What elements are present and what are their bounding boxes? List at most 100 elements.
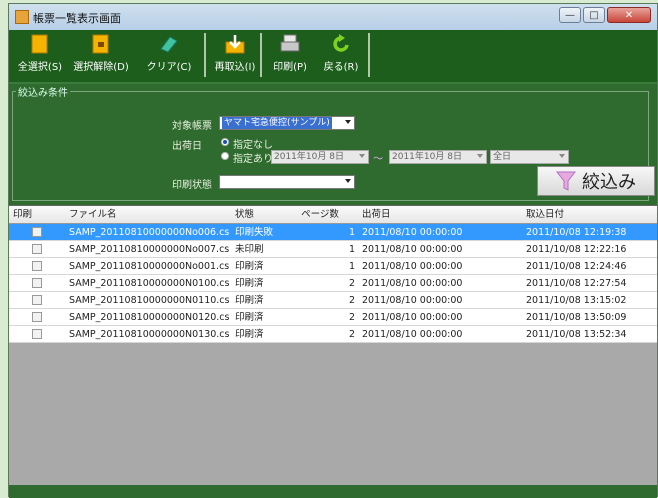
table-row[interactable]: SAMP_20110810000000N0130.csv 印刷済 2 2011/08/… — [9, 326, 657, 343]
cell-pages: 1 — [348, 227, 355, 238]
toolbar-group-reimport: 再取込(I) — [208, 33, 262, 77]
chevron-down-icon — [477, 154, 483, 158]
date-span-select[interactable]: 全日 — [490, 150, 569, 164]
minimize-button[interactable]: — — [559, 7, 581, 23]
cell-import-date: 2011/10/08 13:50:09 — [526, 312, 627, 323]
print-status-label: 印刷状態 — [172, 180, 212, 191]
table-row[interactable]: SAMP_20110810000000No007.csv 未印刷 1 2011/08/… — [9, 241, 657, 258]
cell-ship-date: 2011/08/10 00:00:00 — [362, 261, 463, 272]
cell-import-date: 2011/10/08 13:52:34 — [526, 329, 627, 340]
print-checkbox[interactable] — [32, 312, 42, 322]
cell-status: 印刷失敗 — [235, 227, 274, 238]
chevron-down-icon — [559, 154, 565, 158]
print-checkbox[interactable] — [32, 261, 42, 271]
cell-pages: 1 — [348, 244, 355, 255]
cell-import-date: 2011/10/08 12:27:54 — [526, 278, 627, 289]
cell-ship-date: 2011/08/10 00:00:00 — [362, 329, 463, 340]
cell-status: 印刷済 — [235, 261, 264, 272]
back-icon — [333, 34, 349, 52]
cell-import-date: 2011/10/08 12:24:46 — [526, 261, 627, 272]
header-print[interactable]: 印刷 — [13, 206, 53, 223]
cell-ship-date: 2011/08/10 00:00:00 — [362, 312, 463, 323]
date-range-tilde: ～ — [373, 154, 383, 165]
title-bar[interactable]: 帳票一覧表示画面 — □ ✕ — [9, 4, 657, 31]
cell-pages: 1 — [348, 261, 355, 272]
cell-filename: SAMP_20110810000000No001.csv — [69, 261, 229, 272]
date-from-picker[interactable]: 2011年10月 8日 — [271, 150, 369, 164]
filter-funnel-icon — [556, 171, 576, 191]
app-icon — [15, 10, 29, 24]
clear-icon — [160, 36, 178, 53]
cell-import-date: 2011/10/08 12:22:16 — [526, 244, 627, 255]
print-checkbox[interactable] — [32, 329, 42, 339]
deselect-icon — [92, 34, 109, 54]
select-all-button[interactable]: 全選択(S) — [15, 33, 65, 77]
print-status-select[interactable] — [219, 175, 355, 189]
cell-ship-date: 2011/08/10 00:00:00 — [362, 278, 463, 289]
header-status[interactable]: 状態 — [235, 206, 285, 223]
header-pages[interactable]: ページ数 — [285, 206, 355, 223]
table-row[interactable]: SAMP_20110810000000No001.csv 印刷済 1 2011/08/… — [9, 258, 657, 275]
radio-ship-none[interactable] — [221, 138, 229, 146]
cell-status: 印刷済 — [235, 295, 264, 306]
deselect-button[interactable]: 選択解除(D) — [69, 33, 133, 77]
radio-ship-some[interactable] — [221, 152, 229, 160]
filter-legend: 絞込み条件 — [16, 84, 70, 99]
toolbar-group-print: 印刷(P) 戻る(R) — [264, 33, 370, 77]
cell-pages: 2 — [348, 295, 355, 306]
header-ship-date[interactable]: 出荷日 — [362, 206, 522, 223]
table-row[interactable]: SAMP_20110810000000No006.csv 印刷失敗 1 2011/08… — [9, 224, 657, 241]
filter-button[interactable]: 絞込み — [537, 166, 655, 196]
cell-ship-date: 2011/08/10 00:00:00 — [362, 227, 463, 238]
date-to-picker[interactable]: 2011年10月 8日 — [389, 150, 487, 164]
report-select-value: ヤマト宅急便控(サンプル) — [222, 117, 332, 129]
filter-button-label: 絞込み — [582, 172, 636, 193]
window-title: 帳票一覧表示画面 — [33, 12, 121, 25]
clear-button[interactable]: クリア(C) — [137, 33, 201, 77]
close-button[interactable]: ✕ — [607, 7, 651, 23]
maximize-button[interactable]: □ — [583, 7, 605, 23]
cell-status: 印刷済 — [235, 312, 264, 323]
cell-filename: SAMP_20110810000000N0120.csv — [69, 312, 229, 323]
cell-ship-date: 2011/08/10 00:00:00 — [362, 244, 463, 255]
header-import-date[interactable]: 取込日付 — [526, 206, 656, 223]
cell-import-date: 2011/10/08 12:19:38 — [526, 227, 627, 238]
cell-pages: 2 — [348, 329, 355, 340]
window-bottom-border — [9, 485, 657, 498]
print-checkbox[interactable] — [32, 244, 42, 254]
cell-filename: SAMP_20110810000000N0130.csv — [69, 329, 229, 340]
reimport-icon — [225, 35, 245, 54]
cell-filename: SAMP_20110810000000No006.csv — [69, 227, 229, 238]
cell-filename: SAMP_20110810000000No007.csv — [69, 244, 229, 255]
reimport-button[interactable]: 再取込(I) — [211, 33, 259, 77]
report-select[interactable]: ヤマト宅急便控(サンプル) — [219, 116, 355, 130]
toolbar: 全選択(S) 選択解除(D) クリア(C) 再取込(I) 印刷(P) 戻る(R) — [9, 30, 657, 84]
window-controls: — □ ✕ — [559, 7, 651, 23]
table-row[interactable]: SAMP_20110810000000N0110.csv 印刷済 2 2011/08/… — [9, 292, 657, 309]
print-checkbox[interactable] — [32, 278, 42, 288]
toolbar-group-select: 全選択(S) 選択解除(D) クリア(C) — [9, 33, 206, 77]
ship-date-label: 出荷日 — [172, 141, 202, 152]
print-checkbox[interactable] — [32, 295, 42, 305]
cell-pages: 2 — [348, 278, 355, 289]
chevron-down-icon — [345, 120, 351, 124]
cell-status: 印刷済 — [235, 329, 264, 340]
chevron-down-icon — [345, 179, 351, 183]
report-grid[interactable]: 印刷 ファイル名 状態 ページ数 出荷日 取込日付 SAMP_201108100… — [9, 205, 657, 486]
table-row[interactable]: SAMP_20110810000000N0100.csv 印刷済 2 2011/08/… — [9, 275, 657, 292]
print-checkbox[interactable] — [32, 227, 42, 237]
header-filename[interactable]: ファイル名 — [69, 206, 229, 223]
print-button[interactable]: 印刷(P) — [268, 33, 312, 77]
radio-ship-none-label: 指定なし — [233, 140, 273, 151]
cell-pages: 2 — [348, 312, 355, 323]
report-label: 対象帳票 — [172, 121, 212, 132]
radio-ship-some-label: 指定あり — [233, 154, 273, 165]
app-window: 帳票一覧表示画面 — □ ✕ 全選択(S) 選択解除(D) クリア(C) 再取込… — [8, 3, 658, 498]
back-button[interactable]: 戻る(R) — [316, 33, 366, 77]
chevron-down-icon — [359, 154, 365, 158]
cell-ship-date: 2011/08/10 00:00:00 — [362, 295, 463, 306]
print-icon — [280, 34, 300, 52]
cell-import-date: 2011/10/08 13:15:02 — [526, 295, 627, 306]
cell-status: 未印刷 — [235, 244, 264, 255]
table-row[interactable]: SAMP_20110810000000N0120.csv 印刷済 2 2011/08/… — [9, 309, 657, 326]
